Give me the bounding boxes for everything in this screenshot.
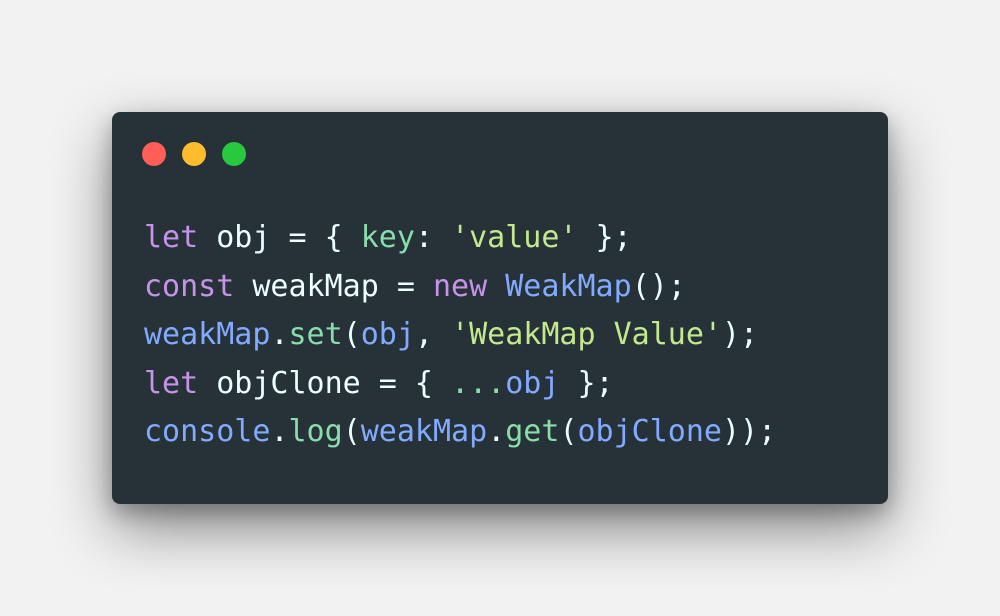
close-icon[interactable] (142, 142, 166, 166)
code-token-function: console (144, 414, 271, 449)
code-line: let objClone = { ...obj }; (144, 360, 776, 409)
code-token-string: 'value' (451, 220, 578, 255)
code-token-plain: }; (577, 220, 632, 255)
code-token-function: WeakMap (505, 268, 632, 304)
code-token-property: key (360, 220, 415, 255)
code-token-plain: ( (342, 317, 361, 352)
window-controls (142, 142, 246, 166)
code-token-plain: objClone = { (198, 365, 452, 401)
code-token-method: get (505, 414, 560, 449)
code-token-plain: (); (631, 268, 686, 304)
code-token-plain: obj = { (198, 220, 361, 255)
code-token-keyword: new (433, 268, 488, 304)
maximize-icon[interactable] (222, 142, 246, 166)
code-block: let obj = { key: 'value' }; const weakMap… (144, 214, 776, 457)
code-token-property: ... (451, 365, 506, 401)
code-token-keyword: const (144, 268, 235, 304)
code-token-keyword: let (144, 220, 199, 255)
code-token-function: weakMap (144, 317, 271, 352)
code-token-method: set (288, 317, 343, 352)
code-token-plain: . (487, 414, 506, 449)
code-token-plain: . (270, 414, 289, 449)
code-token-plain: weakMap = (234, 268, 433, 304)
code-token-method: log (288, 414, 343, 449)
code-token-function: weakMap (360, 414, 488, 449)
code-token-plain: : (414, 220, 452, 255)
code-token-plain: , (414, 317, 452, 352)
code-token-plain: ( (342, 414, 361, 449)
code-window: let obj = { key: 'value' }; const weakMap… (112, 112, 888, 504)
code-token-keyword: let (144, 365, 199, 401)
code-token-function: objClone (577, 414, 723, 449)
code-line: const weakMap = new WeakMap(); (144, 263, 776, 312)
code-token-plain: )); (722, 414, 777, 449)
code-line: let obj = { key: 'value' }; (144, 214, 776, 263)
code-line: weakMap.set(obj, 'WeakMap Value'); (144, 311, 776, 360)
code-token-plain: ( (559, 414, 578, 449)
code-token-plain: . (270, 317, 289, 352)
code-token-function: obj (505, 365, 560, 401)
code-token-plain: ); (722, 317, 759, 352)
code-line: console.log(weakMap.get(objClone)); (144, 408, 776, 457)
code-token-function: obj (360, 317, 415, 352)
code-token-string: 'WeakMap Value' (451, 317, 722, 352)
code-token-plain: }; (559, 365, 614, 401)
minimize-icon[interactable] (182, 142, 206, 166)
